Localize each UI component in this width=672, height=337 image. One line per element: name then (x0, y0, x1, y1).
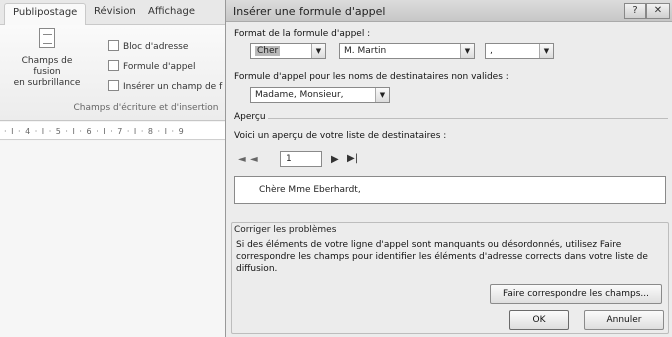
ribbon-tabs: Publipostage Révision Affichage (0, 0, 232, 26)
greeting-line-label: Formule d'appel (123, 62, 196, 72)
chevron-down-icon: ▼ (460, 44, 474, 58)
document-area (0, 141, 232, 337)
close-icon[interactable]: ✕ (646, 3, 670, 19)
greeting-line-dialog: Insérer une formule d'appel ? ✕ Format d… (225, 0, 672, 337)
chevron-down-icon: ▼ (311, 44, 325, 58)
invalid-names-label: Formule d'appel pour les noms de destina… (234, 72, 509, 82)
tab-publipostage[interactable]: Publipostage (4, 3, 87, 26)
invalid-greeting-value: Madame, Monsieur, (255, 90, 344, 100)
insert-field-icon (108, 80, 119, 91)
record-index-input[interactable]: 1 (280, 151, 322, 167)
next-record-icon[interactable]: ▶ (331, 154, 339, 165)
salutation-value: Cher (255, 46, 281, 56)
match-fields-button[interactable]: Faire correspondre les champs... (490, 284, 662, 304)
insert-merge-field-button[interactable]: Insérer un champ de f (108, 80, 222, 92)
greeting-line-button[interactable]: Formule d'appel (108, 60, 195, 72)
format-label: Format de la formule d'appel : (234, 29, 371, 39)
highlight-label-2: en surbrillance (13, 78, 81, 88)
highlight-merge-fields-button[interactable]: Champs de fusion en surbrillance (10, 28, 84, 89)
dialog-title: Insérer une formule d'appel (233, 5, 386, 18)
tab-revision[interactable]: Révision (94, 6, 136, 17)
fix-section-title: Corriger les problèmes (234, 225, 337, 235)
chevron-down-icon: ▼ (375, 88, 389, 102)
invalid-greeting-combo[interactable]: Madame, Monsieur, ▼ (250, 87, 390, 103)
insert-field-label: Insérer un champ de f (123, 82, 223, 92)
preview-box: Chère Mme Eberhardt, (234, 176, 666, 204)
tab-affichage[interactable]: Affichage (148, 6, 195, 17)
greeting-line-icon (108, 60, 119, 71)
help-icon[interactable]: ? (624, 3, 646, 19)
preview-divider (268, 118, 668, 119)
fix-description: Si des éléments de votre ligne d'appel s… (236, 240, 648, 274)
punctuation-combo[interactable]: , ▼ (485, 43, 554, 59)
name-format-value: M. Martin (344, 46, 387, 56)
first-record-icon[interactable]: ◄ (238, 154, 246, 165)
document-icon (39, 28, 55, 48)
cancel-button[interactable]: Annuler (584, 310, 664, 330)
previous-record-icon[interactable]: ◄ (250, 154, 258, 165)
address-block-button[interactable]: Bloc d'adresse (108, 40, 188, 52)
word-ribbon: Publipostage Révision Affichage Champs d… (0, 0, 232, 337)
preview-section-title: Aperçu (234, 112, 266, 122)
salutation-combo[interactable]: Cher ▼ (250, 43, 326, 59)
punctuation-value: , (490, 46, 493, 56)
highlight-label-1: Champs de fusion (21, 56, 73, 77)
address-block-label: Bloc d'adresse (123, 42, 189, 52)
address-block-icon (108, 40, 119, 51)
chevron-down-icon: ▼ (539, 44, 553, 58)
last-record-icon[interactable]: ▶| (347, 153, 358, 164)
ruler: · I · 4 · I · 5 · I · 6 · I · 7 · I · 8 … (0, 122, 232, 140)
group-label: Champs d'écriture et d'insertion (73, 103, 219, 113)
name-format-combo[interactable]: M. Martin ▼ (339, 43, 475, 59)
dialog-titlebar: Insérer une formule d'appel ? ✕ (226, 0, 672, 22)
ok-button[interactable]: OK (509, 310, 569, 330)
preview-label: Voici un aperçu de votre liste de destin… (234, 131, 447, 141)
